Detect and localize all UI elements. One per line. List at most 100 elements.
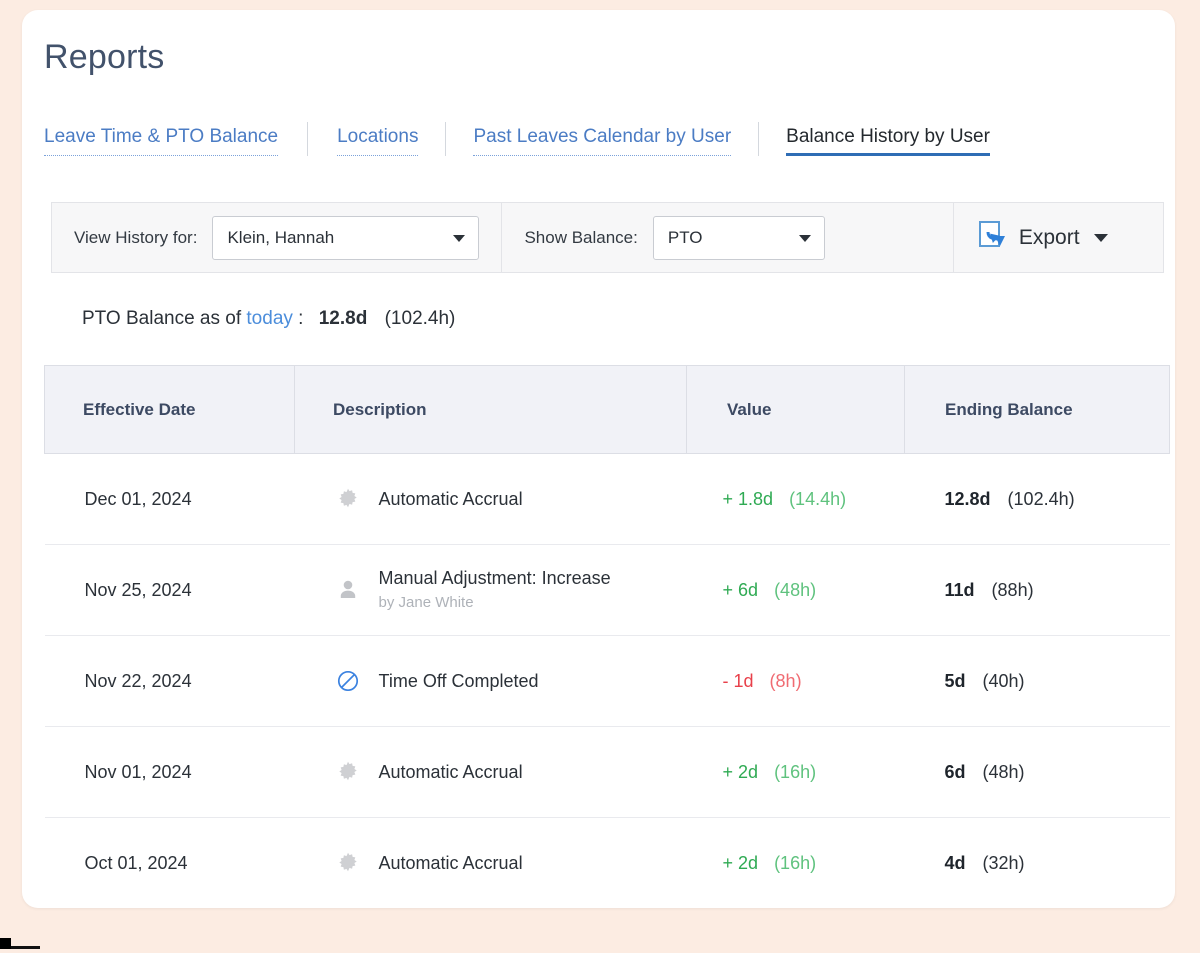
export-button[interactable]: Export <box>954 203 1130 272</box>
value-days: + 1.8d <box>722 488 774 509</box>
value-days: + 2d <box>722 852 759 873</box>
user-icon <box>335 577 361 603</box>
ending-balance-days: 5d <box>944 670 966 691</box>
cell-effective-date: Nov 22, 2024 <box>44 635 295 727</box>
description-subtext: by Jane White <box>378 594 474 612</box>
ending-balance-hours: (48h) <box>982 761 1025 782</box>
description-title: Automatic Accrual <box>378 488 523 509</box>
gear-icon <box>335 759 361 785</box>
view-history-for-label: View History for: <box>74 227 198 247</box>
reports-card: Reports Leave Time & PTO Balance Locatio… <box>22 10 1175 908</box>
cell-effective-date: Dec 01, 2024 <box>44 453 295 545</box>
column-header-ending-balance[interactable]: Ending Balance <box>904 365 1170 454</box>
export-label: Export <box>1018 225 1080 249</box>
column-header-description[interactable]: Description <box>294 365 687 454</box>
ending-balance-days: 12.8d <box>944 488 991 509</box>
table-row[interactable]: Nov 25, 2024 Manual Adjustment: Increase <box>44 544 1170 636</box>
effective-date-text: Oct 01, 2024 <box>84 852 188 873</box>
value-days: + 2d <box>722 761 759 782</box>
balance-summary-days: 12.8d <box>318 308 368 329</box>
value-hours: (16h) <box>774 761 817 782</box>
value-hours: (48h) <box>774 579 817 600</box>
value-days: + 6d <box>722 579 759 600</box>
balance-history-table: Effective Date Description Value Ending … <box>44 365 1170 908</box>
table-row[interactable]: Nov 22, 2024 Time Off Completed - 1d (8h… <box>44 635 1170 727</box>
cell-description: Automatic Accrual <box>294 453 687 545</box>
description-title: Automatic Accrual <box>378 852 523 873</box>
page-title: Reports <box>44 38 165 76</box>
filter-bar: View History for: Klein, Hannah Show Bal… <box>51 202 1164 273</box>
tab-divider <box>758 122 760 156</box>
column-header-effective-date[interactable]: Effective Date <box>44 365 295 454</box>
table-body: Dec 01, 2024 Automatic Accrual + 1.8d (1… <box>44 453 1170 908</box>
chevron-down-icon <box>453 234 466 242</box>
table-row[interactable]: Dec 01, 2024 Automatic Accrual + 1.8d (1… <box>44 453 1170 545</box>
ending-balance-hours: (32h) <box>982 852 1025 873</box>
cell-description: Automatic Accrual <box>294 726 687 818</box>
tab-divider <box>307 122 309 156</box>
cell-ending-balance: 11d (88h) <box>904 544 1170 636</box>
effective-date-text: Dec 01, 2024 <box>84 488 192 509</box>
balance-summary-prefix: PTO Balance as of <box>82 308 242 329</box>
balance-summary-colon: : <box>298 308 304 329</box>
cell-effective-date: Oct 01, 2024 <box>44 817 295 908</box>
screenshot-corner-artifact-line <box>11 946 40 949</box>
ending-balance-hours: (88h) <box>991 579 1034 600</box>
cell-value: + 1.8d (14.4h) <box>686 453 905 545</box>
cell-description: Automatic Accrual <box>294 817 687 908</box>
gear-icon <box>335 486 361 512</box>
tab-divider <box>445 122 447 156</box>
column-header-value[interactable]: Value <box>686 365 905 454</box>
cell-effective-date: Nov 01, 2024 <box>44 726 295 818</box>
report-tabs: Leave Time & PTO Balance Locations Past … <box>44 122 1159 170</box>
no-entry-icon <box>335 668 361 694</box>
balance-type-select[interactable]: PTO <box>652 215 825 260</box>
cell-value: + 6d (48h) <box>686 544 905 636</box>
balance-type-value: PTO <box>667 227 703 247</box>
chevron-down-icon <box>1093 233 1108 242</box>
ending-balance-days: 11d <box>944 579 975 600</box>
user-filter-group: View History for: Klein, Hannah <box>52 203 501 272</box>
table-header: Effective Date Description Value Ending … <box>44 365 1170 454</box>
value-hours: (14.4h) <box>789 488 847 509</box>
effective-date-text: Nov 25, 2024 <box>84 579 192 600</box>
effective-date-text: Nov 01, 2024 <box>84 761 192 782</box>
cell-ending-balance: 4d (32h) <box>904 817 1170 908</box>
cell-description: Manual Adjustment: Increase by Jane Whit… <box>294 544 687 636</box>
balance-filter-group: Show Balance: PTO <box>502 203 846 272</box>
tab-leave-time-pto-balance[interactable]: Leave Time & PTO Balance <box>44 122 279 156</box>
description-title: Time Off Completed <box>378 670 539 691</box>
value-days: - 1d <box>722 670 754 691</box>
ending-balance-hours: (102.4h) <box>1007 488 1075 509</box>
tab-locations[interactable]: Locations <box>337 122 419 156</box>
cell-ending-balance: 12.8d (102.4h) <box>904 453 1170 545</box>
ending-balance-days: 4d <box>944 852 966 873</box>
balance-summary-today-link[interactable]: today <box>246 308 292 329</box>
tab-balance-history-by-user[interactable]: Balance History by User <box>786 122 990 156</box>
value-hours: (16h) <box>774 852 817 873</box>
balance-summary-hours: (102.4h) <box>384 308 456 329</box>
cell-value: + 2d (16h) <box>686 817 905 908</box>
show-balance-label: Show Balance: <box>524 227 638 247</box>
user-select[interactable]: Klein, Hannah <box>212 215 480 260</box>
effective-date-text: Nov 22, 2024 <box>84 670 192 691</box>
user-select-value: Klein, Hannah <box>227 227 335 247</box>
cell-value: - 1d (8h) <box>686 635 905 727</box>
balance-summary: PTO Balance as of today : 12.8d (102.4h) <box>82 308 455 330</box>
cell-ending-balance: 5d (40h) <box>904 635 1170 727</box>
cell-description: Time Off Completed <box>294 635 687 727</box>
description-title: Automatic Accrual <box>378 761 523 782</box>
screenshot-corner-artifact <box>0 938 11 949</box>
cell-effective-date: Nov 25, 2024 <box>44 544 295 636</box>
table-row[interactable]: Oct 01, 2024 Automatic Accrual + 2d (16h… <box>44 817 1170 908</box>
chevron-down-icon <box>798 234 811 242</box>
export-document-download-icon <box>976 218 1010 257</box>
gear-icon <box>335 850 361 876</box>
description-title: Manual Adjustment: Increase <box>378 567 611 588</box>
table-row[interactable]: Nov 01, 2024 Automatic Accrual + 2d (16h… <box>44 726 1170 818</box>
table-header-row: Effective Date Description Value Ending … <box>44 365 1170 454</box>
tab-past-leaves-calendar-by-user[interactable]: Past Leaves Calendar by User <box>473 122 732 156</box>
ending-balance-days: 6d <box>944 761 966 782</box>
cell-ending-balance: 6d (48h) <box>904 726 1170 818</box>
ending-balance-hours: (40h) <box>982 670 1025 691</box>
